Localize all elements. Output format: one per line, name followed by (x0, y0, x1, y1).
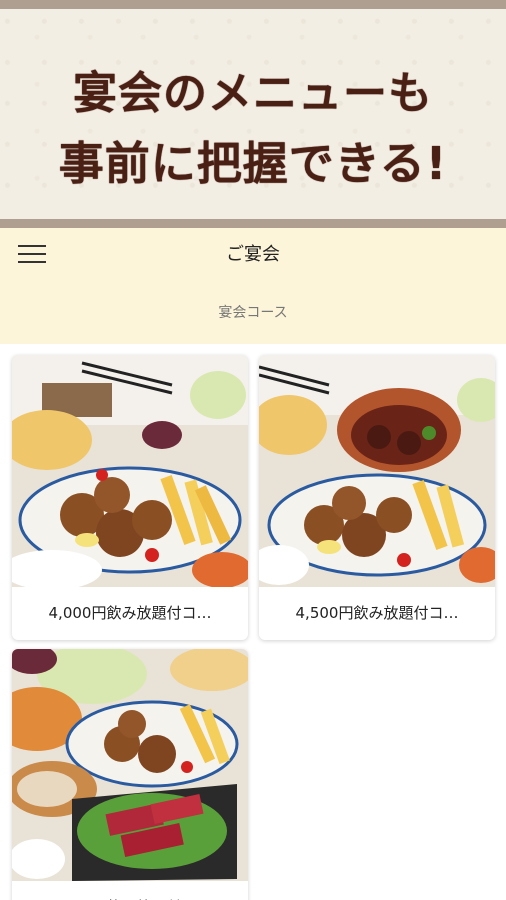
promo-headline-line1: 宴会のメニューも (73, 68, 433, 119)
course-photo (259, 355, 495, 587)
course-title: 4,500円飲み放題付コ… (295, 604, 459, 622)
course-card[interactable]: 5,000円飲み放題付コ… (12, 649, 248, 900)
section-subtitle: 宴会コース (218, 305, 288, 321)
course-title: 5,000円飲み放題付コ… (12, 881, 248, 900)
course-photo (12, 649, 248, 881)
course-title: 4,000円飲み放題付コ… (48, 604, 212, 622)
promo-banner: 宴会のメニューも 事前に把握できる! (0, 0, 506, 228)
course-card[interactable]: 4,500円飲み放題付コ… (259, 355, 495, 640)
course-card[interactable]: 4,000円飲み放題付コ… (12, 355, 248, 640)
page-title: ご宴会 (226, 244, 280, 265)
promo-headline-line2: 事前に把握できる! (58, 137, 448, 190)
course-photo (12, 355, 248, 587)
